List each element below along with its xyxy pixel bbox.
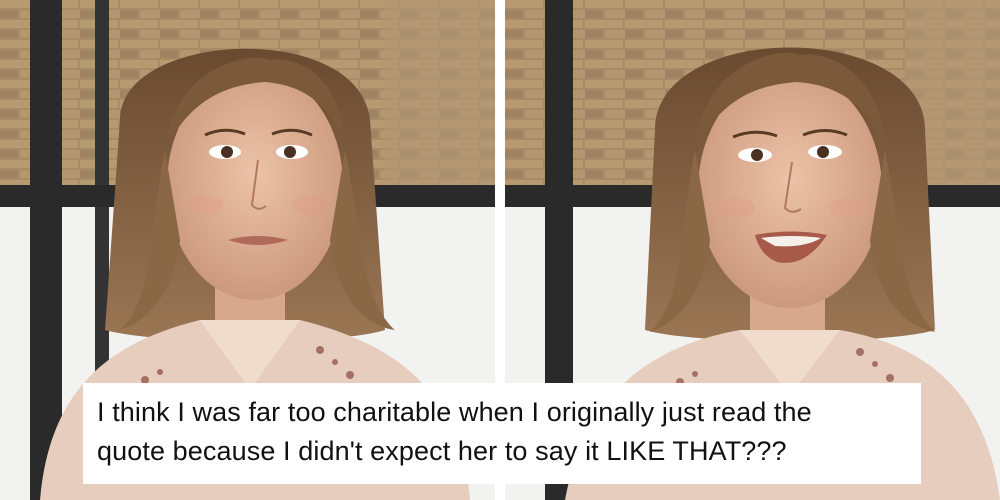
window-frame-post	[30, 0, 62, 500]
caption-line-1: I think I was far too charitable when I …	[97, 397, 812, 427]
caption-box: I think I was far too charitable when I …	[83, 383, 921, 484]
caption-line-2: quote because I didn't expect her to say…	[97, 436, 787, 466]
